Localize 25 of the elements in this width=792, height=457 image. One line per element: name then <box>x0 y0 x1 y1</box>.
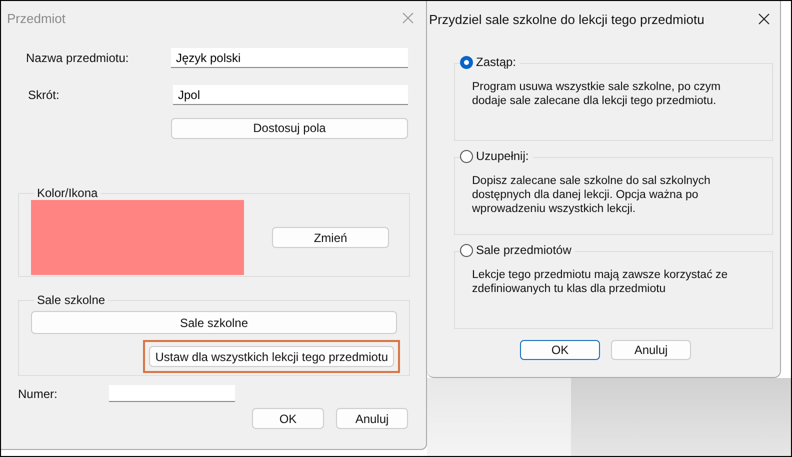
ok-button[interactable]: OK <box>520 340 600 360</box>
ok-button[interactable]: OK <box>252 408 324 429</box>
adjust-fields-button[interactable]: Dostosuj pola <box>171 118 408 138</box>
radio-button[interactable] <box>460 56 473 68</box>
field-label: Numer: <box>18 386 58 400</box>
cancel-button[interactable]: Anuluj <box>611 340 691 360</box>
option-description: Lekcje tego przedmiotu mają zawsze korzystać ze zdefiniowanych tu klas dla przedmiotu <box>472 268 729 296</box>
cancel-button[interactable]: Anuluj <box>336 408 408 429</box>
option-description: Dopisz zalecane sale szkolne do sal szkolnych dostępnych dla danej lekcji. Opcja ważna po wprowadzeniu wszystkich lekcji. <box>472 174 712 216</box>
radio-button[interactable] <box>460 150 473 162</box>
text-field[interactable]: Jpol <box>173 85 408 105</box>
group-title: Sale szkolne <box>36 293 106 307</box>
number-field[interactable] <box>109 385 235 402</box>
text-field[interactable]: Język polski <box>171 48 408 68</box>
window-title: Przedmiot <box>7 10 66 26</box>
field-label: Nazwa przedmiotu: <box>26 51 130 65</box>
radio-button[interactable] <box>460 244 473 256</box>
field-label: Skrót: <box>28 88 60 102</box>
window-title: Przydziel sale szkolne do lekcji tego przedmiotu <box>429 12 704 26</box>
close-icon[interactable] <box>758 13 770 25</box>
group-title: Kolor/Ikona <box>36 186 99 200</box>
set-all-button[interactable]: Ustaw dla wszystkich lekcji tego przedmiotu <box>149 346 394 367</box>
change-button[interactable]: Zmień <box>272 227 389 248</box>
rooms-button[interactable]: Sale szkolne <box>31 311 397 334</box>
option-description: Program usuwa wszystkie sale szkolne, po czym dodaje sale zalecane dla lekcji tego przedmiotu. <box>472 80 722 108</box>
